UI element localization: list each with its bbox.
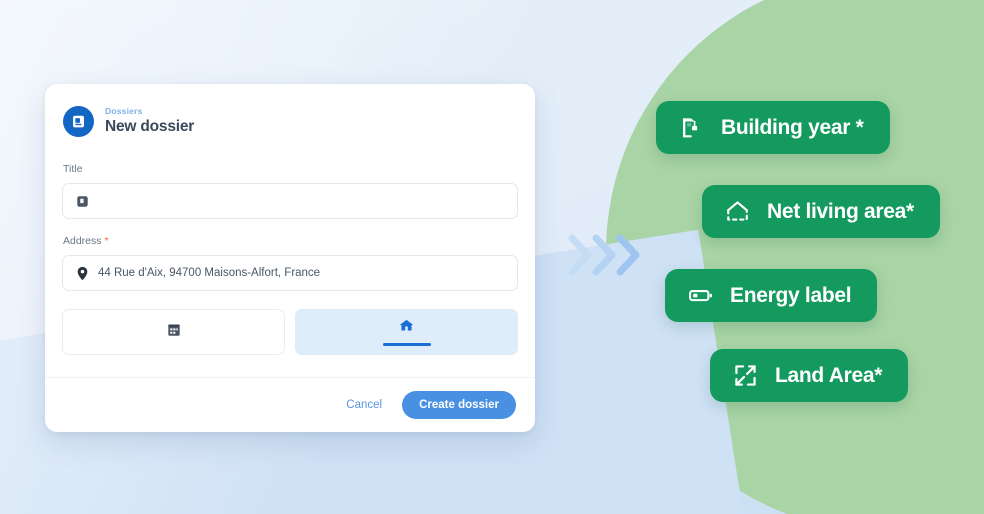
address-input-value: 44 Rue d'Aix, 94700 Maisons-Alfort, Fran… — [98, 267, 321, 279]
title-input[interactable] — [62, 183, 518, 219]
address-input[interactable]: 44 Rue d'Aix, 94700 Maisons-Alfort, Fran… — [62, 255, 518, 291]
battery-icon — [687, 282, 714, 309]
badge-energy-label[interactable]: Energy label — [665, 269, 878, 322]
badge-net-living-area-label: Net living area* — [767, 199, 914, 223]
dialog-eyebrow: Dossiers — [105, 106, 143, 117]
crane-icon — [678, 114, 705, 141]
field-title-label: Title — [63, 163, 83, 175]
document-edit-icon — [76, 195, 89, 208]
required-asterisk: * — [104, 235, 109, 247]
dossier-document-icon — [63, 106, 94, 137]
property-type-tabs — [62, 309, 518, 355]
tab-house-underline — [382, 342, 431, 347]
tab-house[interactable] — [295, 309, 518, 355]
house-icon — [398, 318, 415, 338]
dialog-body: Dossiers New dossier Title Address * 44 … — [45, 84, 535, 377]
expand-arrows-icon — [732, 362, 759, 389]
field-address: Address * 44 Rue d'Aix, 94700 Maisons-Al… — [62, 235, 518, 291]
dashed-house-icon — [724, 198, 751, 225]
field-title: Title — [62, 163, 518, 219]
tab-building[interactable] — [62, 309, 285, 355]
field-address-label: Address * — [62, 235, 518, 247]
badge-building-year-label: Building year * — [721, 115, 864, 139]
new-dossier-dialog: Dossiers New dossier Title Address * 44 … — [45, 84, 535, 432]
badge-land-area[interactable]: Land Area* — [710, 349, 909, 402]
badge-net-living-area[interactable]: Net living area* — [702, 185, 940, 238]
location-pin-icon — [76, 266, 89, 281]
badge-land-area-label: Land Area* — [775, 363, 883, 387]
building-icon — [166, 322, 182, 343]
create-dossier-button[interactable]: Create dossier — [402, 391, 516, 419]
dialog-title: New dossier — [105, 118, 195, 136]
chevron-right-arrows — [566, 228, 652, 282]
dialog-header-text: Dossiers New dossier — [105, 107, 194, 135]
dialog-footer: Cancel Create dossier — [45, 377, 535, 432]
field-address-label-text: Address — [63, 235, 102, 247]
badge-building-year[interactable]: Building year * — [656, 101, 890, 154]
cancel-button[interactable]: Cancel — [344, 395, 384, 415]
dialog-header: Dossiers New dossier — [62, 106, 518, 137]
badge-energy-label-label: Energy label — [730, 283, 852, 307]
